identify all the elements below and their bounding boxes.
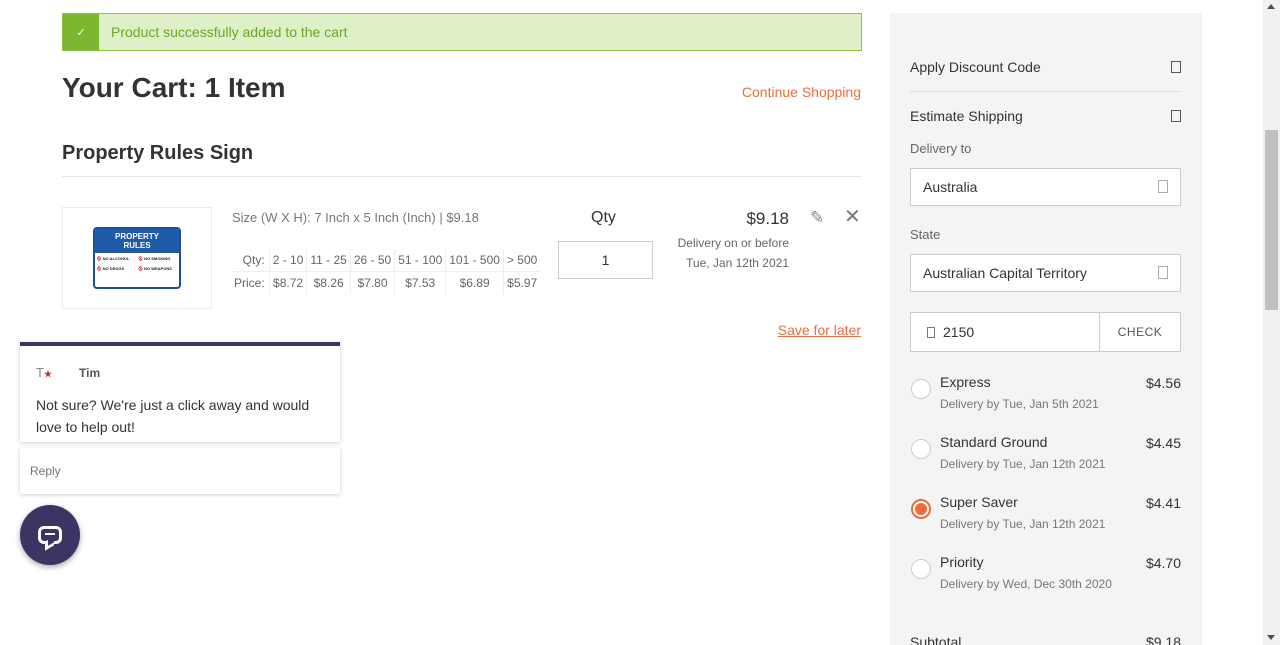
option-delivery-date: Delivery by Wed, Dec 30th 2020 [940, 577, 1112, 591]
option-name: Priority [940, 554, 984, 570]
sign-item: NO WEAPONS [139, 266, 178, 273]
zip-input[interactable]: 2150 [910, 312, 1100, 352]
shipping-option-express[interactable]: Express $4.56 Delivery by Tue, Jan 5th 2… [910, 374, 1181, 424]
tier-price: $5.97 [502, 271, 541, 294]
chat-reply-input[interactable] [20, 448, 340, 494]
pencil-icon[interactable]: ✎ [810, 209, 828, 227]
delivery-date: Tue, Jan 12th 2021 [686, 256, 789, 270]
radio-button[interactable] [911, 379, 931, 399]
cart-title: Your Cart: 1 Item [62, 72, 286, 103]
chat-bubble-icon [38, 526, 62, 544]
minus-icon [1171, 110, 1181, 122]
tier-price: $8.72 [268, 271, 307, 294]
option-price: $4.70 [1145, 555, 1181, 571]
country-select[interactable]: Australia [910, 168, 1181, 206]
qty-tier: 51 - 100 [394, 249, 446, 272]
sign-item: NO SMOKING [139, 256, 178, 263]
delivery-to-label: Delivery to [910, 141, 972, 156]
option-price: $4.41 [1145, 495, 1181, 511]
chevron-down-icon [1158, 180, 1168, 193]
banner-message: Product successfully added to the cart [111, 24, 348, 40]
chat-message-card: T★ Tim Not sure? We're just a click away… [20, 342, 340, 442]
check-icon: ✓ [63, 14, 99, 50]
price-tier-label: Price: [231, 271, 270, 294]
qty-tier-row: Qty: 2 - 10 11 - 25 26 - 50 51 - 100 101… [231, 249, 541, 272]
quantity-input[interactable] [558, 241, 653, 279]
state-value: Australian Capital Territory [923, 265, 1087, 281]
option-price: $4.45 [1145, 435, 1181, 451]
state-label: State [910, 227, 941, 242]
qty-tier: > 500 [502, 249, 541, 272]
apply-discount-label: Apply Discount Code [910, 59, 1041, 75]
divider [62, 176, 862, 177]
apply-discount-toggle[interactable]: Apply Discount Code [910, 47, 1181, 87]
agent-name: Tim [79, 366, 101, 380]
qty-tier: 26 - 50 [349, 249, 395, 272]
option-delivery-date: Delivery by Tue, Jan 5th 2021 [940, 397, 1099, 411]
option-price: $4.56 [1145, 375, 1181, 391]
delivery-estimate: Delivery on or before Tue, Jan 12th 2021 [678, 233, 789, 273]
sign-title-line1: PROPERTY [114, 232, 159, 241]
scroll-up-arrow-icon[interactable] [1267, 4, 1275, 9]
option-name: Standard Ground [940, 434, 1048, 450]
qty-tier: 101 - 500 [445, 249, 504, 272]
qty-label: Qty [591, 209, 616, 226]
save-for-later-link[interactable]: Save for later [778, 322, 861, 338]
property-rules-sign: PROPERTY RULES NO ALCOHOL NO SMOKING NO … [93, 227, 181, 289]
radio-button[interactable] [911, 559, 931, 579]
check-button[interactable]: CHECK [1099, 312, 1181, 352]
tier-price: $6.89 [445, 271, 504, 294]
sign-item: NO ALCOHOL [97, 256, 136, 263]
price-tier-row: Price: $8.72 $8.26 $7.80 $7.53 $6.89 $5.… [231, 271, 541, 294]
tier-price: $7.80 [349, 271, 395, 294]
chat-message: Not sure? We're just a click away and wo… [36, 397, 310, 435]
chat-launcher-button[interactable] [20, 505, 80, 565]
shipping-option-priority[interactable]: Priority $4.70 Delivery by Wed, Dec 30th… [910, 554, 1181, 604]
agent-avatar: T★ [36, 365, 53, 380]
chevron-down-icon [1158, 266, 1168, 279]
state-select[interactable]: Australian Capital Territory [910, 254, 1181, 292]
vertical-scrollbar[interactable] [1263, 0, 1280, 645]
estimate-shipping-toggle[interactable]: Estimate Shipping [910, 96, 1181, 136]
sign-title-line2: RULES [123, 241, 151, 250]
divider [910, 91, 1181, 92]
chat-reply-box[interactable] [20, 448, 340, 494]
option-delivery-date: Delivery by Tue, Jan 12th 2021 [940, 457, 1106, 471]
plus-icon [1171, 61, 1181, 73]
qty-tier: 11 - 25 [306, 249, 351, 272]
qty-tier: 2 - 10 [268, 249, 307, 272]
tier-price: $8.26 [306, 271, 351, 294]
scrollbar-thumb[interactable] [1265, 130, 1278, 310]
radio-button-selected[interactable] [911, 499, 931, 519]
delivery-line: Delivery on or before [677, 236, 789, 250]
zip-value: 2150 [943, 324, 975, 340]
shipping-option-standard-ground[interactable]: Standard Ground $4.45 Delivery by Tue, J… [910, 434, 1181, 484]
option-delivery-date: Delivery by Tue, Jan 12th 2021 [940, 517, 1106, 531]
subtotal-label: Subtotal [910, 634, 962, 645]
product-size: Size (W X H): 7 Inch x 5 Inch (Inch) | $… [232, 210, 479, 225]
option-name: Super Saver [940, 494, 1018, 510]
option-name: Express [940, 374, 991, 390]
product-image[interactable]: PROPERTY RULES NO ALCOHOL NO SMOKING NO … [62, 207, 212, 309]
bulk-price-table: Qty: 2 - 10 11 - 25 26 - 50 51 - 100 101… [231, 249, 541, 294]
qty-tier-label: Qty: [242, 253, 265, 267]
scroll-down-arrow-icon[interactable] [1267, 635, 1275, 640]
sign-item: NO DRUGS [97, 266, 136, 273]
radio-button[interactable] [911, 439, 931, 459]
subtotal-value: $9.18 [1145, 634, 1181, 645]
product-name: Property Rules Sign [62, 142, 254, 164]
success-banner: ✓ Product successfully added to the cart [62, 13, 862, 51]
continue-shopping-link[interactable]: Continue Shopping [742, 84, 861, 100]
close-icon[interactable]: ✕ [844, 207, 862, 227]
location-pin-icon [927, 326, 935, 338]
line-price: $9.18 [746, 209, 789, 228]
shipping-option-super-saver[interactable]: Super Saver $4.41 Delivery by Tue, Jan 1… [910, 494, 1181, 544]
country-value: Australia [923, 179, 978, 195]
tier-price: $7.53 [394, 271, 446, 294]
estimate-shipping-label: Estimate Shipping [910, 108, 1023, 124]
